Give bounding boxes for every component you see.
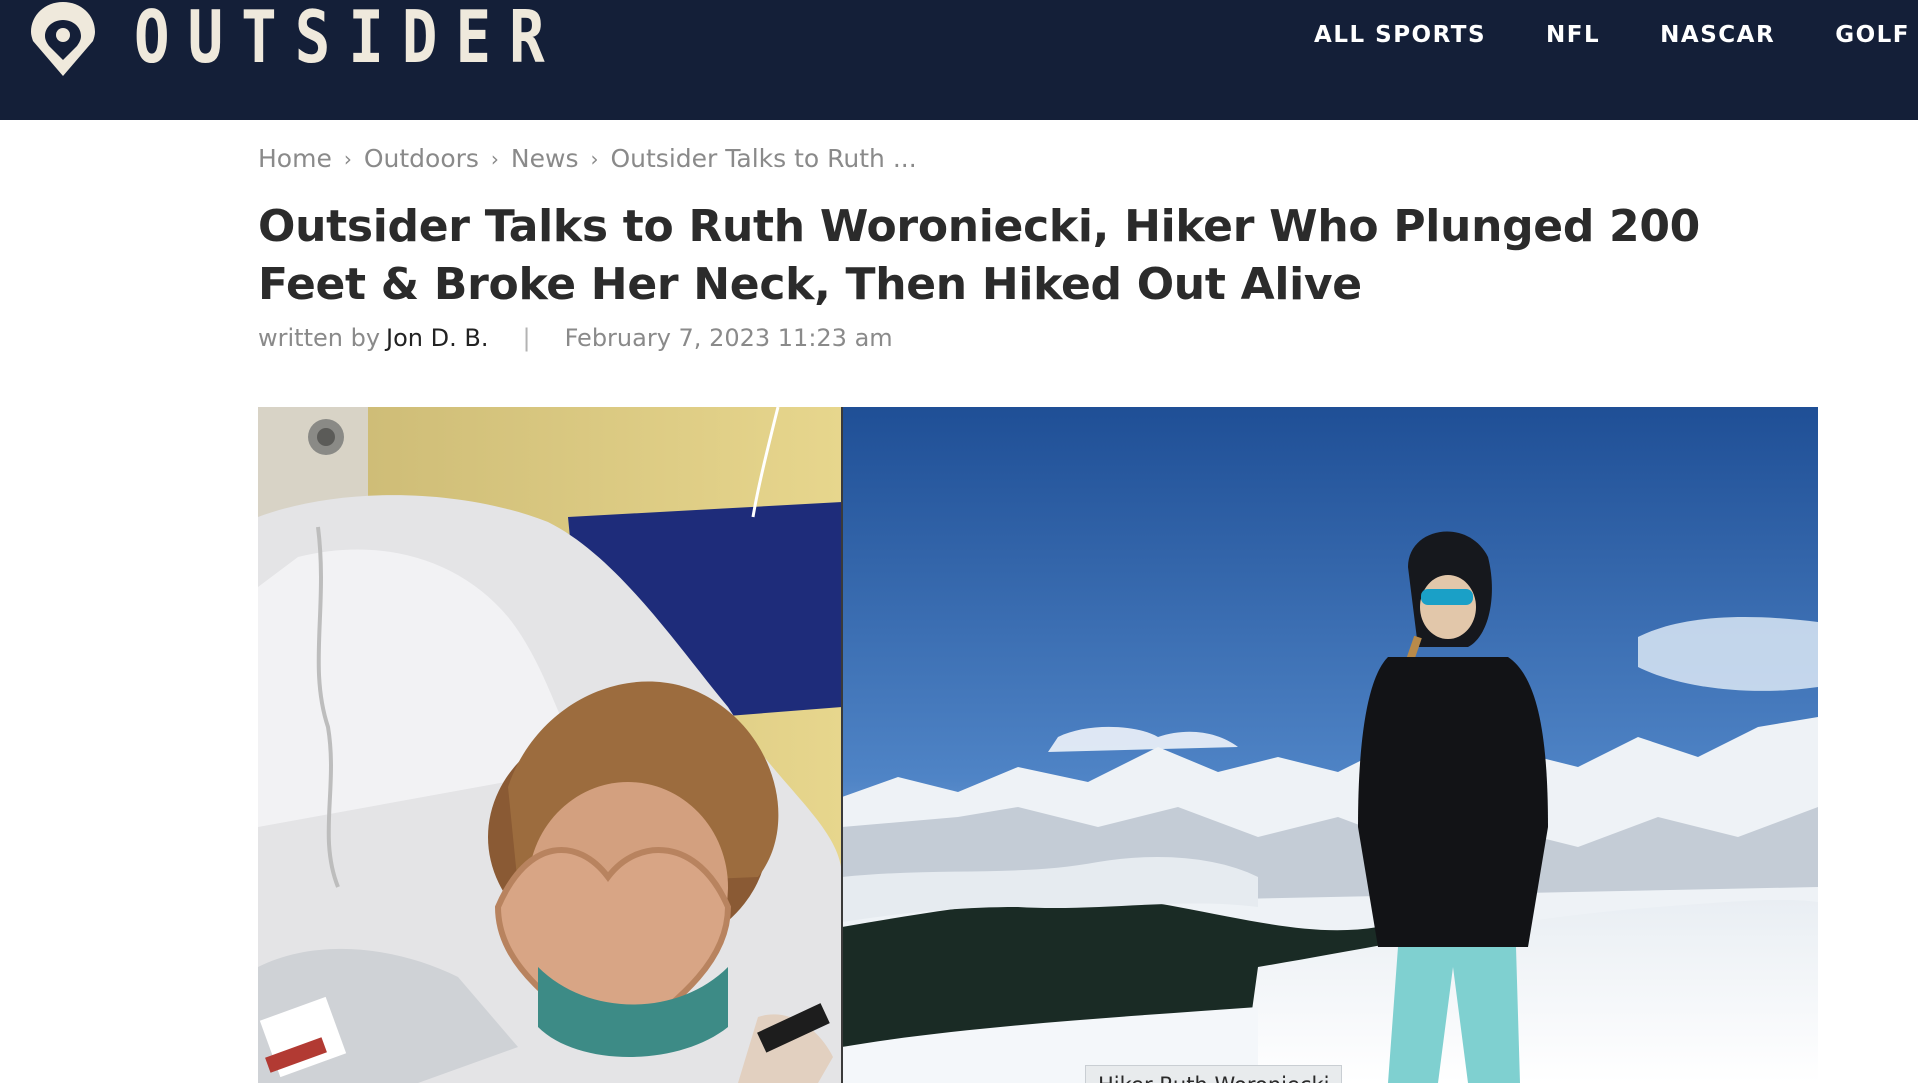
hero-image: Hiker Ruth Woroniecki — [258, 407, 1818, 1083]
breadcrumb-separator: › — [343, 146, 352, 171]
map-pin-icon — [31, 2, 95, 76]
article-byline: written by Jon D. B. | February 7, 2023 … — [258, 324, 893, 352]
nav-item-nfl[interactable]: NFL — [1546, 22, 1600, 48]
author-link[interactable]: Jon D. B. — [386, 324, 488, 352]
nav-item-golf[interactable]: GOLF — [1835, 22, 1910, 48]
written-by-label: written by — [258, 324, 381, 352]
breadcrumb-home[interactable]: Home — [258, 144, 332, 173]
breadcrumb-separator: › — [490, 146, 499, 171]
mountain-photo — [842, 407, 1818, 1083]
byline-divider: | — [522, 324, 531, 352]
hero-photo-illustration — [258, 407, 1818, 1083]
site-logo[interactable]: OUTSIDER — [28, 0, 657, 78]
breadcrumb-news[interactable]: News — [511, 144, 579, 173]
publish-date: February 7, 2023 11:23 am — [564, 324, 893, 352]
logo-wordmark: OUTSIDER — [134, 0, 563, 79]
hospital-photo — [258, 407, 842, 1083]
breadcrumb-outdoors[interactable]: Outdoors — [364, 144, 479, 173]
nav-item-all-sports[interactable]: ALL SPORTS — [1314, 22, 1486, 48]
nav-item-nascar[interactable]: NASCAR — [1660, 22, 1775, 48]
article-title: Outsider Talks to Ruth Woroniecki, Hiker… — [258, 201, 1700, 310]
breadcrumb-separator: › — [590, 146, 599, 171]
image-caption: Hiker Ruth Woroniecki — [1085, 1065, 1343, 1083]
site-header: OUTSIDER ALL SPORTS NFL NASCAR GOLF — [0, 0, 1918, 120]
breadcrumb: Home › Outdoors › News › Outsider Talks … — [258, 144, 917, 173]
breadcrumb-current: Outsider Talks to Ruth ... — [610, 144, 917, 173]
main-nav: ALL SPORTS NFL NASCAR GOLF — [1254, 22, 1918, 48]
